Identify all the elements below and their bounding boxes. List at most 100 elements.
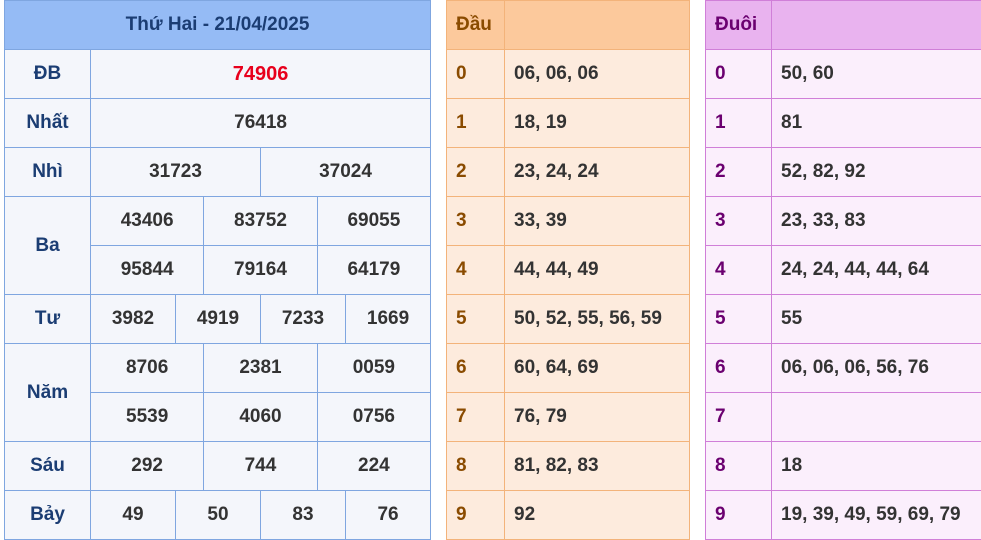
prize-label-ba: Ba: [5, 197, 91, 295]
duoi-numbers: 50, 60: [772, 50, 981, 99]
dau-row: 660, 64, 69: [447, 344, 690, 393]
duoi-digit: 3: [706, 197, 772, 246]
prize-value-bay: 76: [345, 491, 430, 540]
duoi-digit: 1: [706, 99, 772, 148]
dau-row: 776, 79: [447, 393, 690, 442]
duoi-digit: 9: [706, 491, 772, 540]
dau-digit: 3: [447, 197, 505, 246]
prize-value-ba: 83752: [204, 197, 317, 246]
prize-value-tu: 1669: [345, 295, 430, 344]
duoi-row: 555: [706, 295, 981, 344]
duoi-digit: 8: [706, 442, 772, 491]
dau-header: Đầu: [447, 1, 505, 50]
dau-row: 333, 39: [447, 197, 690, 246]
prize-value-tu: 7233: [260, 295, 345, 344]
prize-label-tu: Tư: [5, 295, 91, 344]
duoi-header-blank: [772, 1, 981, 50]
duoi-row: 818: [706, 442, 981, 491]
duoi-numbers: 81: [772, 99, 981, 148]
prize-label-db: ĐB: [5, 50, 91, 99]
prize-row-nhat: Nhất 76418: [5, 99, 431, 148]
prize-value-nam: 0059: [317, 344, 430, 393]
duoi-numbers: 18: [772, 442, 981, 491]
results-table: Thứ Hai - 21/04/2025 ĐB 74906 Nhất 76418…: [4, 0, 431, 540]
dau-digit: 0: [447, 50, 505, 99]
duoi-row: 919, 39, 49, 59, 69, 79: [706, 491, 981, 540]
dau-numbers: 23, 24, 24: [505, 148, 690, 197]
dau-numbers: 50, 52, 55, 56, 59: [505, 295, 690, 344]
prize-value-sau: 744: [204, 442, 317, 491]
prize-value-sau: 292: [91, 442, 204, 491]
duoi-row: 424, 24, 44, 44, 64: [706, 246, 981, 295]
dau-numbers: 06, 06, 06: [505, 50, 690, 99]
prize-label-nhi: Nhì: [5, 148, 91, 197]
duoi-row: 7: [706, 393, 981, 442]
prize-value-db: 74906: [91, 50, 431, 99]
prize-value-tu: 3982: [91, 295, 176, 344]
dau-row: 881, 82, 83: [447, 442, 690, 491]
prize-label-bay: Bảy: [5, 491, 91, 540]
dau-numbers: 18, 19: [505, 99, 690, 148]
prize-value-nhat: 76418: [91, 99, 431, 148]
prize-value-bay: 49: [91, 491, 176, 540]
prize-row-ba: Ba 43406 83752 69055: [5, 197, 431, 246]
results-title: Thứ Hai - 21/04/2025: [5, 1, 431, 50]
prize-value-ba: 69055: [317, 197, 430, 246]
dau-row: 006, 06, 06: [447, 50, 690, 99]
dau-header-row: Đầu: [447, 1, 690, 50]
dau-numbers: 33, 39: [505, 197, 690, 246]
duoi-numbers: 24, 24, 44, 44, 64: [772, 246, 981, 295]
prize-row-tu: Tư 3982 4919 7233 1669: [5, 295, 431, 344]
duoi-numbers: 19, 39, 49, 59, 69, 79: [772, 491, 981, 540]
dau-numbers: 92: [505, 491, 690, 540]
dau-digit: 9: [447, 491, 505, 540]
prize-value-nhi: 31723: [91, 148, 261, 197]
dau-table: Đầu 006, 06, 06118, 19223, 24, 24333, 39…: [446, 0, 690, 540]
prize-value-nam: 0756: [317, 393, 430, 442]
prize-value-tu: 4919: [175, 295, 260, 344]
dau-digit: 4: [447, 246, 505, 295]
duoi-digit: 2: [706, 148, 772, 197]
prize-value-ba: 79164: [204, 246, 317, 295]
duoi-row: 050, 60: [706, 50, 981, 99]
duoi-header-row: Đuôi: [706, 1, 981, 50]
duoi-numbers: 55: [772, 295, 981, 344]
duoi-row: 252, 82, 92: [706, 148, 981, 197]
prize-value-ba: 43406: [91, 197, 204, 246]
prize-label-sau: Sáu: [5, 442, 91, 491]
dau-row: 992: [447, 491, 690, 540]
prize-value-nam: 5539: [91, 393, 204, 442]
prize-row-bay: Bảy 49 50 83 76: [5, 491, 431, 540]
duoi-numbers: 23, 33, 83: [772, 197, 981, 246]
duoi-numbers: [772, 393, 981, 442]
dau-row: 550, 52, 55, 56, 59: [447, 295, 690, 344]
prize-row-db: ĐB 74906: [5, 50, 431, 99]
prize-value-ba: 95844: [91, 246, 204, 295]
dau-numbers: 60, 64, 69: [505, 344, 690, 393]
duoi-numbers: 06, 06, 06, 56, 76: [772, 344, 981, 393]
prize-row-sau: Sáu 292 744 224: [5, 442, 431, 491]
prize-value-sau: 224: [317, 442, 430, 491]
dau-digit: 2: [447, 148, 505, 197]
dau-digit: 8: [447, 442, 505, 491]
prize-label-nam: Năm: [5, 344, 91, 442]
duoi-digit: 6: [706, 344, 772, 393]
dau-digit: 1: [447, 99, 505, 148]
dau-numbers: 76, 79: [505, 393, 690, 442]
duoi-header: Đuôi: [706, 1, 772, 50]
dau-numbers: 44, 44, 49: [505, 246, 690, 295]
duoi-row: 181: [706, 99, 981, 148]
prize-label-nhat: Nhất: [5, 99, 91, 148]
dau-digit: 7: [447, 393, 505, 442]
results-header-row: Thứ Hai - 21/04/2025: [5, 1, 431, 50]
dau-numbers: 81, 82, 83: [505, 442, 690, 491]
prize-value-ba: 64179: [317, 246, 430, 295]
duoi-table: Đuôi 050, 60181252, 82, 92323, 33, 83424…: [705, 0, 981, 540]
duoi-digit: 4: [706, 246, 772, 295]
dau-row: 223, 24, 24: [447, 148, 690, 197]
dau-digit: 6: [447, 344, 505, 393]
duoi-row: 606, 06, 06, 56, 76: [706, 344, 981, 393]
duoi-numbers: 52, 82, 92: [772, 148, 981, 197]
prize-value-bay: 50: [175, 491, 260, 540]
prize-value-nam: 8706: [91, 344, 204, 393]
